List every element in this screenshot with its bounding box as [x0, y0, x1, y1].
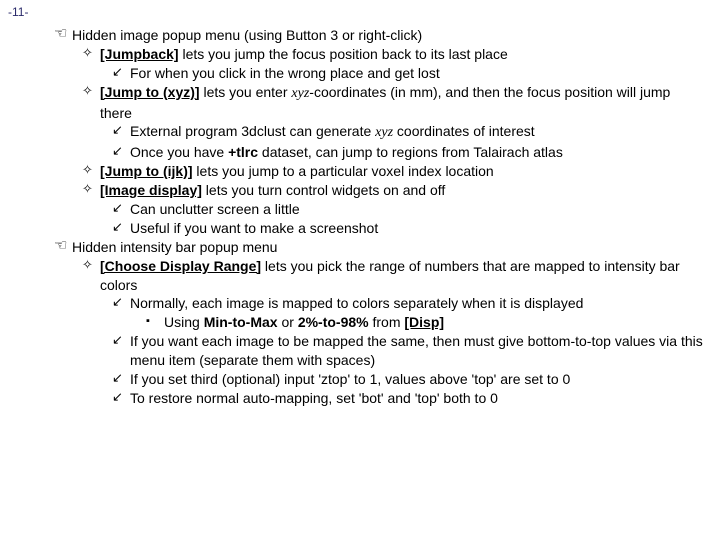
item-text: [Jump to (ijk)] lets you jump to a parti…: [100, 162, 706, 181]
arrow-sw-icon: ↙: [112, 64, 130, 83]
item-text: For when you click in the wrong place an…: [130, 64, 706, 83]
section-title: Hidden image popup menu (using Button 3 …: [72, 26, 706, 45]
item-text: External program 3dclust can generate xy…: [130, 122, 706, 143]
menu-link: [Jump to (ijk)]: [100, 163, 193, 179]
list-item: ✧ [Jump to (ijk)] lets you jump to a par…: [82, 162, 706, 181]
list-item: ▪ Using Min-to-Max or 2%-to-98% from [Di…: [146, 313, 706, 332]
slide-content: ☜ Hidden image popup menu (using Button …: [54, 26, 706, 408]
list-item: ↙ For when you click in the wrong place …: [112, 64, 706, 83]
item-text: [Image display] lets you turn control wi…: [100, 181, 706, 200]
arrow-sw-icon: ↙: [112, 143, 130, 162]
list-item: ✧ [Jumpback] lets you jump the focus pos…: [82, 45, 706, 64]
item-text: Once you have +tlrc dataset, can jump to…: [130, 143, 706, 162]
section-title: Hidden intensity bar popup menu: [72, 238, 706, 257]
arrow-sw-icon: ↙: [112, 122, 130, 143]
item-text: Normally, each image is mapped to colors…: [130, 294, 706, 313]
diamond-icon: ✧: [82, 45, 100, 64]
item-text: Using Min-to-Max or 2%-to-98% from [Disp…: [164, 313, 706, 332]
arrow-sw-icon: ↙: [112, 294, 130, 313]
diamond-icon: ✧: [82, 181, 100, 200]
diamond-icon: ✧: [82, 83, 100, 123]
pointing-hand-icon: ☜: [54, 26, 72, 45]
list-item: ✧ [Image display] lets you turn control …: [82, 181, 706, 200]
list-item: ↙ If you want each image to be mapped th…: [112, 332, 706, 370]
arrow-sw-icon: ↙: [112, 389, 130, 408]
list-item: ↙ Useful if you want to make a screensho…: [112, 219, 706, 238]
list-item: ↙ Normally, each image is mapped to colo…: [112, 294, 706, 313]
item-text: [Choose Display Range] lets you pick the…: [100, 257, 706, 295]
list-item: ✧ [Choose Display Range] lets you pick t…: [82, 257, 706, 295]
item-text: [Jump to (xyz)] lets you enter xyz-coord…: [100, 83, 706, 123]
list-item: ↙ Can unclutter screen a little: [112, 200, 706, 219]
diamond-icon: ✧: [82, 162, 100, 181]
diamond-icon: ✧: [82, 257, 100, 295]
page-number: -11-: [8, 4, 28, 20]
arrow-sw-icon: ↙: [112, 219, 130, 238]
list-item: ↙ To restore normal auto-mapping, set 'b…: [112, 389, 706, 408]
menu-link: [Choose Display Range]: [100, 258, 261, 274]
item-text: Can unclutter screen a little: [130, 200, 706, 219]
item-text: If you want each image to be mapped the …: [130, 332, 706, 370]
menu-link: [Jumpback]: [100, 46, 179, 62]
list-item: ↙ External program 3dclust can generate …: [112, 122, 706, 143]
square-bullet-icon: ▪: [146, 313, 164, 332]
pointing-hand-icon: ☜: [54, 238, 72, 257]
item-text: To restore normal auto-mapping, set 'bot…: [130, 389, 706, 408]
arrow-sw-icon: ↙: [112, 370, 130, 389]
menu-link: [Image display]: [100, 182, 202, 198]
list-item: ↙ If you set third (optional) input 'zto…: [112, 370, 706, 389]
list-item: ☜ Hidden intensity bar popup menu: [54, 238, 706, 257]
arrow-sw-icon: ↙: [112, 200, 130, 219]
menu-link: [Jump to (xyz)]: [100, 84, 200, 100]
list-item: ✧ [Jump to (xyz)] lets you enter xyz-coo…: [82, 83, 706, 123]
item-text: Useful if you want to make a screenshot: [130, 219, 706, 238]
list-item: ↙ Once you have +tlrc dataset, can jump …: [112, 143, 706, 162]
arrow-sw-icon: ↙: [112, 332, 130, 370]
item-text: If you set third (optional) input 'ztop'…: [130, 370, 706, 389]
item-text: [Jumpback] lets you jump the focus posit…: [100, 45, 706, 64]
list-item: ☜ Hidden image popup menu (using Button …: [54, 26, 706, 45]
menu-link: [Disp]: [404, 314, 444, 330]
